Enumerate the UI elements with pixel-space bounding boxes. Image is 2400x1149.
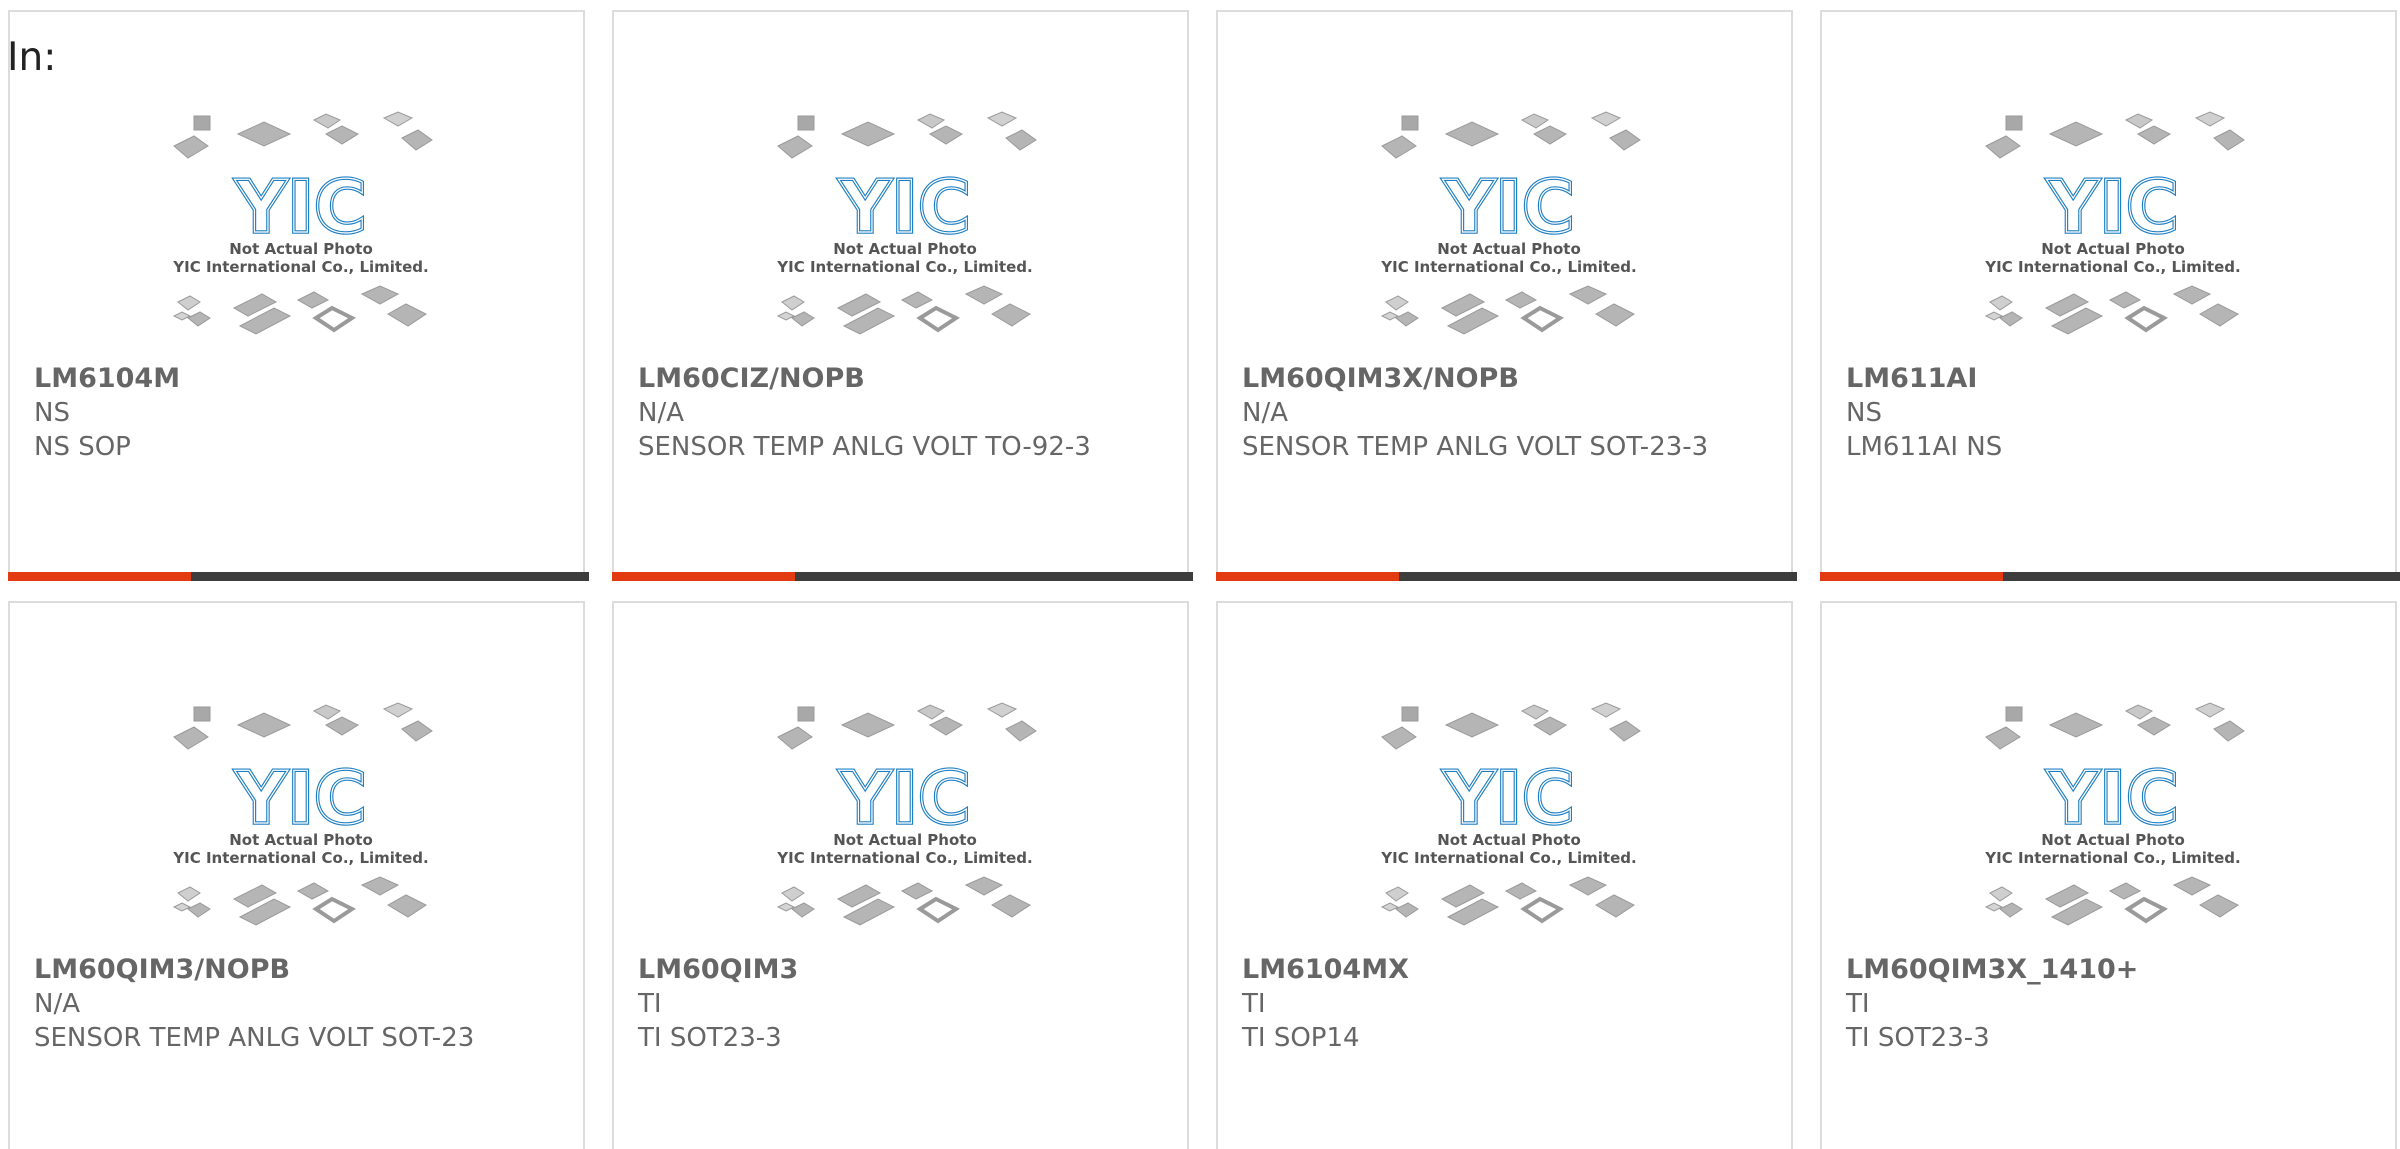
description: SENSOR TEMP ANLG VOLT SOT-23-3 [1242,432,1709,462]
part-number[interactable]: LM6104M [34,362,504,396]
manufacturer: N/A [34,989,80,1019]
svg-text:YIC International Co., Limited: YIC International Co., Limited. [1984,258,2240,276]
part-number[interactable]: LM60CIZ/NOPB [638,362,1108,396]
placeholder-photo: YIC YIC Not Actual Photo YIC Internation… [1380,702,1641,926]
product-card[interactable]: YIC YIC Not Actual Photo YIC Internation… [612,601,1189,1149]
description: TI SOT23-3 [1846,1023,1990,1053]
svg-text:YIC International Co., Limited: YIC International Co., Limited. [172,849,428,867]
description: TI SOP14 [1242,1023,1360,1053]
card-footer-bar [1820,572,2400,581]
card-footer-accent [8,572,191,581]
manufacturer: TI [638,989,662,1019]
svg-text:Not Actual Photo: Not Actual Photo [1437,240,1581,258]
yic-logo-icon: YIC YIC [2044,754,2180,842]
manufacturer: NS [34,398,70,428]
description: LM611AI NS [1846,432,2003,462]
placeholder-photo: YIC YIC Not Actual Photo YIC Internation… [172,702,433,926]
svg-text:Not Actual Photo: Not Actual Photo [833,831,977,849]
product-meta: LM60QIM3/NOPB N/A SENSOR TEMP ANLG VOLT … [34,953,504,1055]
placeholder-photo: YIC YIC Not Actual Photo YIC Internation… [776,702,1037,926]
card-footer-bar [612,572,1193,581]
svg-text:YIC International Co., Limited: YIC International Co., Limited. [1984,849,2240,867]
description: SENSOR TEMP ANLG VOLT SOT-23 [34,1023,475,1053]
filter-label: In: [7,35,57,80]
product-meta: LM60QIM3X_1410+ TI TI SOT23-3 [1846,953,2316,1055]
placeholder-photo: YIC YIC Not Actual Photo YIC Internation… [1984,111,2245,335]
svg-text:YIC: YIC [234,756,367,840]
svg-text:YIC: YIC [838,756,971,840]
svg-text:YIC International Co., Limited: YIC International Co., Limited. [1380,258,1636,276]
part-number[interactable]: LM60QIM3 [638,953,1108,987]
manufacturer: TI [1846,989,1870,1019]
product-card[interactable]: YIC YIC Not Actual Photo YIC Internation… [612,10,1193,581]
card-footer-bar [1216,572,1797,581]
svg-text:Not Actual Photo: Not Actual Photo [229,831,373,849]
product-card[interactable]: YIC YIC Not Actual Photo YIC Internation… [8,601,585,1149]
description: TI SOT23-3 [638,1023,782,1053]
card-footer-accent [1216,572,1399,581]
yic-logo-icon: YIC YIC [1440,754,1576,842]
svg-text:YIC International Co., Limited: YIC International Co., Limited. [172,258,428,276]
svg-text:YIC: YIC [1442,756,1575,840]
svg-text:YIC International Co., Limited: YIC International Co., Limited. [1380,849,1636,867]
product-card[interactable]: YIC YIC Not Actual Photo YIC Internation… [8,10,589,581]
svg-text:YIC: YIC [2046,165,2179,249]
svg-text:YIC: YIC [234,165,367,249]
product-card[interactable]: YIC YIC Not Actual Photo YIC Internation… [1216,601,1793,1149]
part-number[interactable]: LM611AI [1846,362,2316,396]
svg-text:Not Actual Photo: Not Actual Photo [2041,831,2185,849]
manufacturer: N/A [638,398,684,428]
product-meta: LM60QIM3X/NOPB N/A SENSOR TEMP ANLG VOLT… [1242,362,1712,464]
svg-text:YIC: YIC [838,165,971,249]
product-meta: LM6104MX TI TI SOP14 [1242,953,1712,1055]
yic-logo-icon: YIC YIC [1440,163,1576,251]
yic-logo-icon: YIC YIC [232,163,368,251]
placeholder-photo: YIC YIC Not Actual Photo YIC Internation… [1984,702,2245,926]
product-meta: LM60CIZ/NOPB N/A SENSOR TEMP ANLG VOLT T… [638,362,1108,464]
product-grid-page: In: YIC YIC Not Actual Photo YIC Interna… [0,0,2400,1149]
description: NS SOP [34,432,131,462]
part-number[interactable]: LM60QIM3X_1410+ [1846,953,2316,987]
card-footer-accent [1820,572,2003,581]
card-footer-accent [612,572,795,581]
placeholder-photo: YIC YIC Not Actual Photo YIC Internation… [172,111,433,335]
description: SENSOR TEMP ANLG VOLT TO-92-3 [638,432,1091,462]
manufacturer: N/A [1242,398,1288,428]
svg-text:YIC International Co., Limited: YIC International Co., Limited. [776,258,1032,276]
svg-text:Not Actual Photo: Not Actual Photo [1437,831,1581,849]
yic-logo-icon: YIC YIC [2044,163,2180,251]
yic-logo-icon: YIC YIC [232,754,368,842]
yic-logo-icon: YIC YIC [836,754,972,842]
placeholder-photo: YIC YIC Not Actual Photo YIC Internation… [776,111,1037,335]
yic-logo-icon: YIC YIC [836,163,972,251]
manufacturer: TI [1242,989,1266,1019]
svg-text:YIC: YIC [1442,165,1575,249]
svg-text:YIC International Co., Limited: YIC International Co., Limited. [776,849,1032,867]
product-card[interactable]: YIC YIC Not Actual Photo YIC Internation… [1820,10,2400,581]
product-meta: LM60QIM3 TI TI SOT23-3 [638,953,1108,1055]
svg-text:Not Actual Photo: Not Actual Photo [833,240,977,258]
product-card[interactable]: YIC YIC Not Actual Photo YIC Internation… [1216,10,1797,581]
manufacturer: NS [1846,398,1882,428]
product-meta: LM6104M NS NS SOP [34,362,504,464]
part-number[interactable]: LM60QIM3/NOPB [34,953,504,987]
svg-text:YIC: YIC [2046,756,2179,840]
svg-text:Not Actual Photo: Not Actual Photo [2041,240,2185,258]
svg-text:Not Actual Photo: Not Actual Photo [229,240,373,258]
product-meta: LM611AI NS LM611AI NS [1846,362,2316,464]
part-number[interactable]: LM60QIM3X/NOPB [1242,362,1712,396]
product-card[interactable]: YIC YIC Not Actual Photo YIC Internation… [1820,601,2397,1149]
card-footer-bar [8,572,589,581]
part-number[interactable]: LM6104MX [1242,953,1712,987]
placeholder-photo: YIC YIC Not Actual Photo YIC Internation… [1380,111,1641,335]
